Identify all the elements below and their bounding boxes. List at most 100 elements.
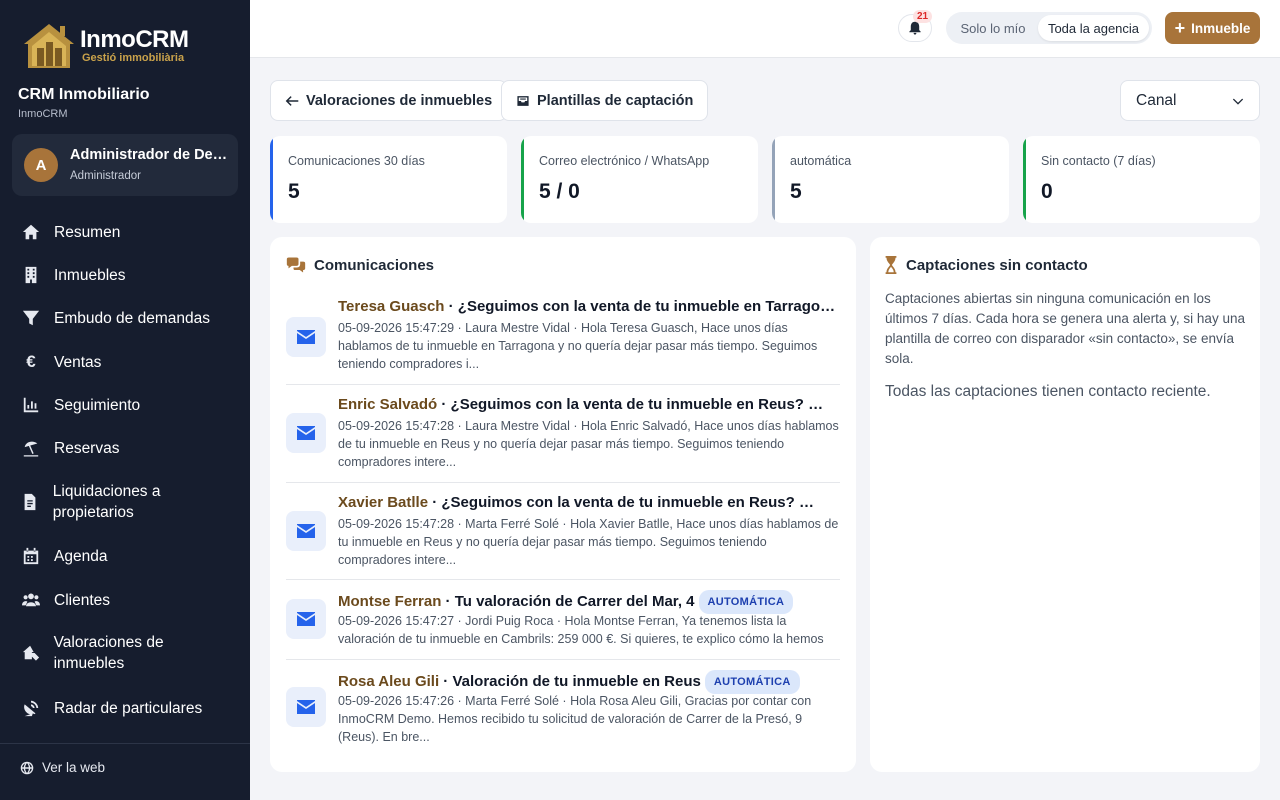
topbar: 21 Solo lo mío Toda la agencia + Inmuebl… xyxy=(250,0,1280,58)
contact-name: Rosa Aleu Gili xyxy=(338,673,440,690)
satellite-dish-icon xyxy=(20,697,42,719)
sidebar-item-resumen[interactable]: Resumen xyxy=(20,221,235,243)
communication-preview: 05-09-2026 15:47:26 · Marta Ferré Solé ·… xyxy=(338,694,812,744)
uncontacted-title-label: Captaciones sin contacto xyxy=(906,256,1088,274)
capture-templates-label: Plantillas de captación xyxy=(537,92,694,109)
envelope-icon xyxy=(286,413,326,453)
communication-subject: Rosa Aleu Gili · Valoración de tu inmueb… xyxy=(338,670,840,694)
user-card[interactable]: A Administrador de Demo Administrador xyxy=(12,134,238,196)
divider xyxy=(286,384,840,385)
communication-preview: 05-09-2026 15:47:27 · Jordi Puig Roca · … xyxy=(338,614,824,646)
divider xyxy=(286,579,840,580)
sidebar-item-valoraciones[interactable]: Valoraciones de inmuebles xyxy=(20,632,235,674)
divider xyxy=(286,659,840,660)
invoice-icon xyxy=(20,491,41,513)
view-website-link[interactable]: Ver la web xyxy=(20,760,105,775)
scope-option-agency[interactable]: Toda la agencia xyxy=(1038,15,1149,41)
sidebar-item-reservas[interactable]: Reservas xyxy=(20,437,235,459)
communications-panel: Comunicaciones Teresa Guasch · ¿Seguimos… xyxy=(270,237,856,772)
stat-card-communications: Comunicaciones 30 días 5 xyxy=(270,136,507,223)
building-icon xyxy=(20,264,42,286)
automatic-badge: AUTOMÁTICA xyxy=(698,590,794,614)
list-item[interactable]: Enric Salvadó · ¿Seguimos con la venta d… xyxy=(286,395,840,473)
stat-card-no-contact: Sin contacto (7 días) 0 xyxy=(1023,136,1260,223)
capture-templates-button[interactable]: Plantillas de captación xyxy=(501,80,709,121)
chevron-down-icon xyxy=(1232,98,1244,105)
stat-card-channels: Correo electrónico / WhatsApp 5 / 0 xyxy=(521,136,758,223)
communication-preview: 05-09-2026 15:47:28 · Marta Ferré Solé ·… xyxy=(338,517,839,567)
channel-select-value: Canal xyxy=(1136,91,1177,109)
umbrella-beach-icon xyxy=(20,437,42,459)
uncontacted-title: Captaciones sin contacto xyxy=(884,256,1088,274)
brand-logo[interactable]: InmoCRM Gestió immobiliària xyxy=(20,18,189,72)
sidebar-item-inmuebles[interactable]: Inmuebles xyxy=(20,264,235,286)
list-item[interactable]: Teresa Guasch · ¿Seguimos con la venta d… xyxy=(286,297,840,375)
stat-value: 5 xyxy=(790,180,802,203)
sidebar-item-ventas[interactable]: € Ventas xyxy=(20,351,235,373)
stat-value: 5 / 0 xyxy=(539,180,580,203)
sidebar-item-clientes[interactable]: Clientes xyxy=(20,589,235,611)
user-role: Administrador xyxy=(70,170,141,182)
add-property-button[interactable]: + Inmueble xyxy=(1165,12,1260,44)
users-icon xyxy=(20,589,42,611)
comments-icon xyxy=(286,257,306,273)
sidebar-item-label: Clientes xyxy=(54,591,110,609)
list-item[interactable]: Montse Ferran · Tu valoración de Carrer … xyxy=(286,590,840,652)
list-item[interactable]: Rosa Aleu Gili · Valoración de tu inmueb… xyxy=(286,670,840,748)
communications-title-label: Comunicaciones xyxy=(314,256,435,274)
subject-text: · ¿Seguimos con la venta de tu inmueble … xyxy=(444,298,840,315)
chart-icon xyxy=(20,394,42,416)
sidebar-item-agenda[interactable]: Agenda xyxy=(20,545,235,567)
communication-preview: 05-09-2026 15:47:28 · Laura Mestre Vidal… xyxy=(338,419,839,469)
sidebar-item-label: Valoraciones de inmuebles xyxy=(53,634,164,672)
sidebar-item-label: Embudo de demandas xyxy=(54,309,210,327)
home-icon xyxy=(20,221,42,243)
scope-toggle: Solo lo mío Toda la agencia xyxy=(946,12,1152,44)
uncontacted-description: Captaciones abiertas sin ninguna comunic… xyxy=(885,291,1245,366)
back-to-valuations-label: Valoraciones de inmuebles xyxy=(306,92,493,109)
stat-label: Comunicaciones 30 días xyxy=(288,154,425,168)
bell-icon xyxy=(909,21,921,35)
contact-name: Enric Salvadó xyxy=(338,396,438,413)
logo-house-icon xyxy=(24,24,74,68)
subject-text: · ¿Seguimos con la venta de tu inmueble … xyxy=(437,396,824,413)
communication-subject: Enric Salvadó · ¿Seguimos con la venta d… xyxy=(338,395,840,415)
envelope-icon xyxy=(286,317,326,357)
inbox-tray-icon xyxy=(517,95,529,106)
subject-text: · Tu valoración de Carrer del Mar, 4 xyxy=(441,593,695,610)
notifications-button[interactable]: 21 xyxy=(898,10,933,42)
sidebar-item-label: Agenda xyxy=(54,547,108,565)
sidebar-item-radar[interactable]: Radar de particulares xyxy=(20,697,235,719)
sidebar-item-label: Ventas xyxy=(54,353,102,371)
house-tag-icon xyxy=(20,642,42,664)
avatar: A xyxy=(24,148,58,182)
sidebar-item-embudo[interactable]: Embudo de demandas xyxy=(20,307,235,329)
contact-name: Montse Ferran xyxy=(338,593,442,610)
sidebar-item-label: Reservas xyxy=(54,439,120,457)
globe-icon xyxy=(20,761,34,774)
sidebar: InmoCRM Gestió immobiliària CRM Inmobili… xyxy=(0,0,250,800)
divider xyxy=(286,482,840,483)
scope-option-mine[interactable]: Solo lo mío xyxy=(950,15,1036,41)
envelope-icon xyxy=(286,511,326,551)
communication-preview: 05-09-2026 15:47:29 · Laura Mestre Vidal… xyxy=(338,321,818,371)
list-item[interactable]: Xavier Batlle · ¿Seguimos con la venta d… xyxy=(286,493,840,571)
communication-subject: Montse Ferran · Tu valoración de Carrer … xyxy=(338,590,840,614)
app-subtitle: InmoCRM xyxy=(18,108,68,120)
back-to-valuations-button[interactable]: Valoraciones de inmuebles xyxy=(270,80,508,121)
sidebar-item-label: Resumen xyxy=(54,223,121,241)
channel-select[interactable]: Canal xyxy=(1120,80,1260,121)
automatic-badge: AUTOMÁTICA xyxy=(704,670,800,694)
communication-subject: Xavier Batlle · ¿Seguimos con la venta d… xyxy=(338,493,840,513)
notifications-count-badge: 21 xyxy=(913,10,933,23)
sidebar-item-liquidaciones[interactable]: Liquidaciones a propietarios xyxy=(20,481,235,523)
filter-icon xyxy=(20,307,42,329)
stat-label: Correo electrónico / WhatsApp xyxy=(539,154,710,168)
envelope-icon xyxy=(286,687,326,727)
communications-title: Comunicaciones xyxy=(286,256,434,274)
calendar-icon xyxy=(20,545,42,567)
view-website-label: Ver la web xyxy=(42,760,106,775)
sidebar-item-seguimiento[interactable]: Seguimiento xyxy=(20,394,235,416)
stat-card-automatic: automática 5 xyxy=(772,136,1009,223)
stat-value: 0 xyxy=(1041,180,1053,203)
